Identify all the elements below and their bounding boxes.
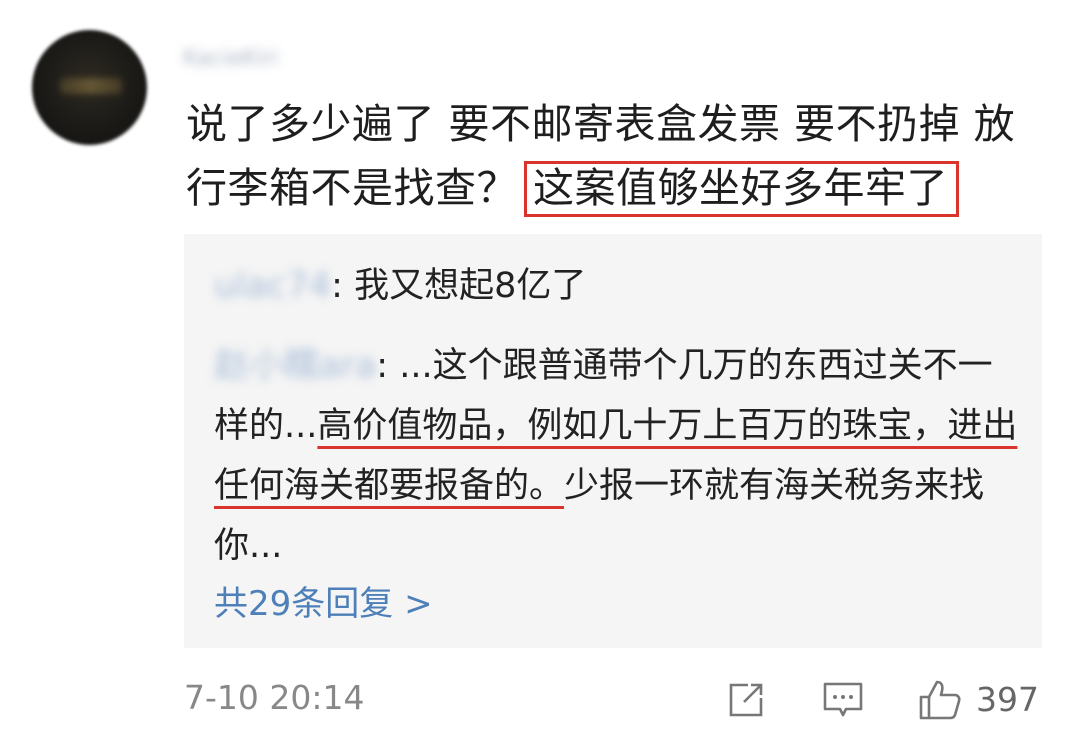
comment-icon	[823, 682, 863, 717]
comment-text-highlighted: 这案值够坐好多年牢了	[524, 161, 959, 217]
reply-separator: :	[331, 266, 343, 306]
comment-username[interactable]: KacieKiri	[183, 42, 353, 76]
more-replies-link[interactable]: 共29条回复 >	[214, 576, 433, 632]
share-icon	[729, 683, 763, 717]
comment-button[interactable]	[822, 680, 864, 720]
avatar[interactable]	[32, 30, 147, 145]
comment-text: 说了多少遍了 要不邮寄表盒发票 要不扔掉 放行李箱不是找查？ 这案值够坐好多年牢了	[186, 92, 1056, 220]
reply-text: 我又想起8亿了	[354, 266, 587, 306]
share-button[interactable]	[726, 680, 766, 720]
like-button[interactable]: 397	[918, 680, 1039, 720]
like-count: 397	[976, 680, 1039, 719]
like-icon	[919, 680, 961, 720]
reply-item: 赵小糯ara: ...这个跟普通带个几万的东西过关不一样的...高价值物品，例如…	[214, 336, 1024, 576]
timestamp: 7-10 20:14	[184, 678, 365, 717]
reply-username[interactable]: 赵小糯ara	[214, 336, 376, 396]
reply-separator: :	[376, 346, 389, 386]
reply-item: ulac74: 我又想起8亿了	[214, 256, 1024, 316]
reply-box[interactable]: ulac74: 我又想起8亿了 赵小糯ara: ...这个跟普通带个几万的东西过…	[184, 234, 1042, 648]
reply-username[interactable]: ulac74	[214, 256, 331, 316]
